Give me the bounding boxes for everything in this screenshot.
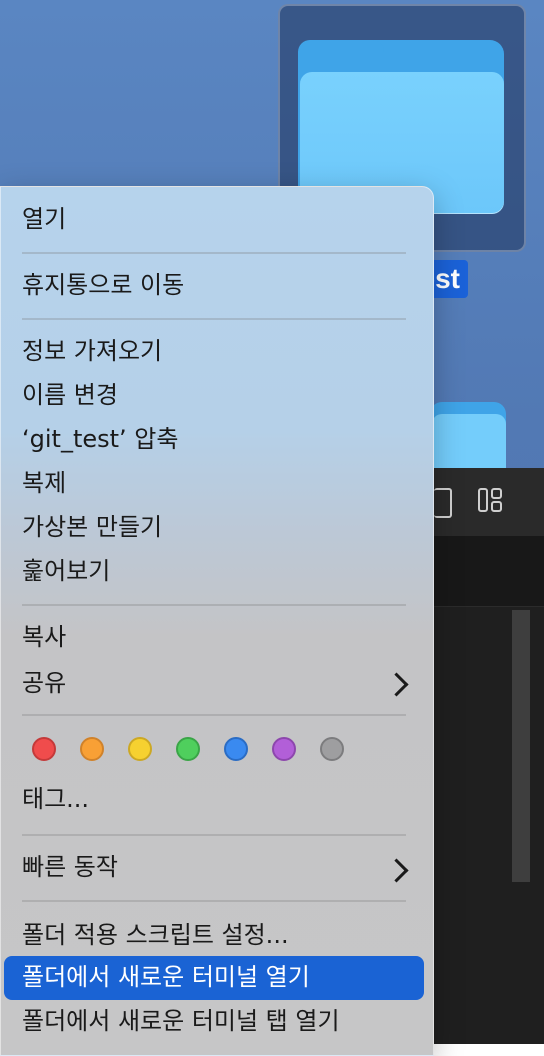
menu-item-get-info[interactable]: 정보 가져오기 [22,336,162,366]
menu-item-move-to-trash[interactable]: 휴지통으로 이동 [22,270,184,300]
menu-item-new-terminal-at-folder[interactable]: 폴더에서 새로운 터미널 열기 [22,962,310,992]
tag-gray-icon[interactable] [320,737,344,761]
editor-window: ··· [420,468,544,1044]
toggle-panel-icon[interactable] [434,488,452,518]
menu-item-quick-actions[interactable]: 빠른 동작 [22,852,118,882]
menu-item-new-terminal-tab-at-folder[interactable]: 폴더에서 새로운 터미널 탭 열기 [22,1006,340,1036]
menu-item-rename[interactable]: 이름 변경 [22,380,118,410]
tag-orange-icon[interactable] [80,737,104,761]
menu-separator [22,318,406,320]
desktop: git_test ··· 열기 휴지통으로 이동 정보 가져오기 이름 변경 ‘… [0,0,544,1044]
editor-scrollbar[interactable] [512,610,530,882]
customize-layout-icon[interactable] [478,488,504,514]
menu-separator [22,900,406,902]
editor-tabbar: ··· [420,536,544,607]
menu-item-duplicate[interactable]: 복제 [22,468,66,498]
tag-purple-icon[interactable] [272,737,296,761]
tag-red-icon[interactable] [32,737,56,761]
editor-titlebar [420,468,544,537]
menu-item-make-alias[interactable]: 가상본 만들기 [22,512,162,542]
tag-green-icon[interactable] [176,737,200,761]
menu-item-open[interactable]: 열기 [22,204,66,234]
menu-item-folder-actions-setup[interactable]: 폴더 적용 스크립트 설정... [22,920,289,950]
menu-separator [22,252,406,254]
menu-item-share[interactable]: 공유 [22,668,66,698]
tag-yellow-icon[interactable] [128,737,152,761]
menu-separator [22,834,406,836]
menu-separator [22,714,406,716]
menu-item-copy[interactable]: 복사 [22,622,66,652]
menu-separator [22,604,406,606]
menu-item-quick-look[interactable]: 훑어보기 [22,556,110,586]
menu-item-compress[interactable]: ‘git_test’ 압축 [22,424,178,454]
tag-blue-icon[interactable] [224,737,248,761]
menu-item-tags[interactable]: 태그... [22,784,89,814]
